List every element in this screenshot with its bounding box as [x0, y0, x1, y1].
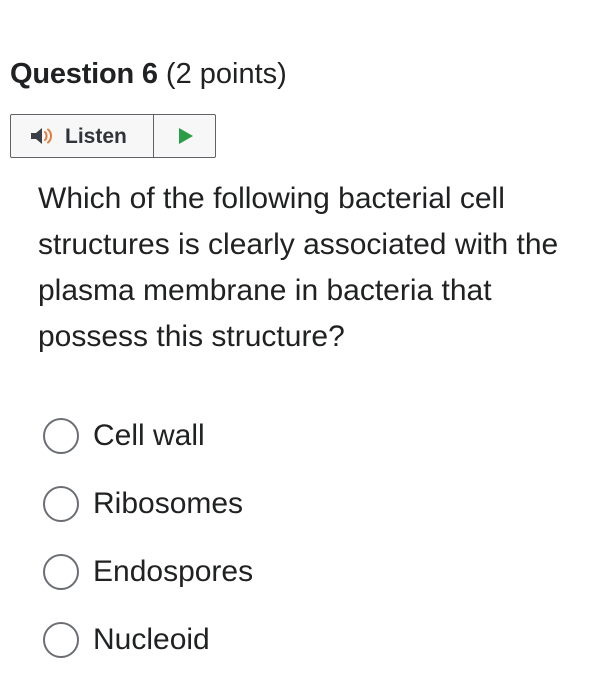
listen-button[interactable]: Listen	[11, 115, 153, 157]
answer-label: Nucleoid	[93, 623, 210, 656]
answer-label: Ribosomes	[93, 487, 244, 520]
answer-options: Cell wall Ribosomes Endospores Nucleoid	[43, 402, 563, 674]
play-icon	[178, 128, 193, 144]
play-button[interactable]	[154, 115, 215, 157]
answer-label: Endospores	[93, 555, 254, 588]
radio-button[interactable]	[43, 554, 79, 590]
answer-option-cell-wall[interactable]: Cell wall	[43, 402, 563, 470]
radio-button[interactable]	[43, 622, 79, 658]
listen-label: Listen	[65, 124, 127, 148]
speaker-icon	[31, 128, 52, 144]
radio-button[interactable]	[43, 486, 79, 522]
listen-widget: Listen	[10, 114, 216, 158]
answer-option-endospores[interactable]: Endospores	[43, 538, 563, 606]
answer-label: Cell wall	[93, 419, 205, 452]
answer-option-ribosomes[interactable]: Ribosomes	[43, 470, 563, 538]
answer-option-nucleoid[interactable]: Nucleoid	[43, 606, 563, 674]
radio-button[interactable]	[43, 418, 79, 454]
question-prompt: Which of the following bacterial cell st…	[38, 182, 559, 353]
question-number: Question 6	[10, 58, 158, 90]
question-points: (2 points)	[165, 58, 287, 90]
question-header: Question 6 (2 points)	[10, 56, 287, 92]
